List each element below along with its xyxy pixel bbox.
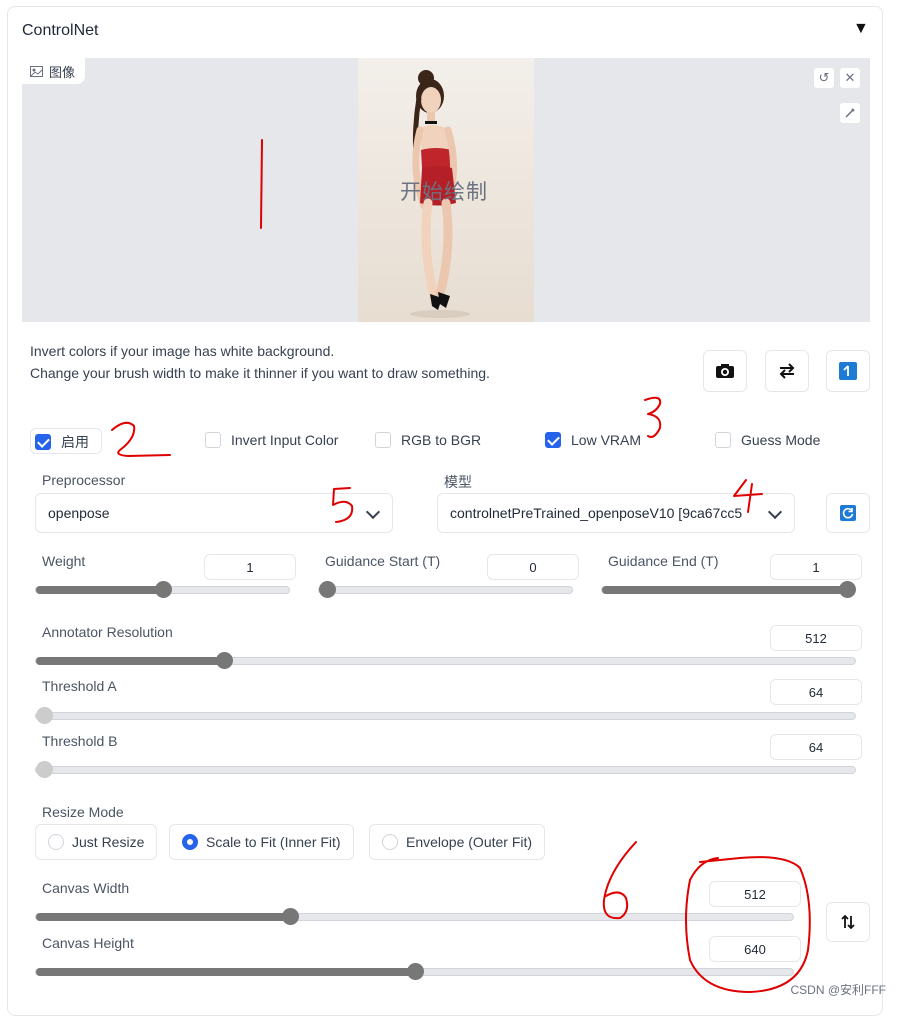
- annotation-ellipse: [685, 856, 811, 993]
- annotation-4-stroke: [733, 479, 763, 513]
- annotation-6-stroke: [602, 841, 637, 920]
- annotation-2-stroke: [111, 421, 171, 457]
- annotation-1-stroke: [260, 139, 263, 229]
- annotation-overlay: [111, 139, 811, 993]
- csdn-watermark: CSDN @安利FFF: [790, 983, 886, 997]
- annotation-5-stroke: [332, 487, 354, 523]
- annotation-3-stroke: [644, 396, 662, 438]
